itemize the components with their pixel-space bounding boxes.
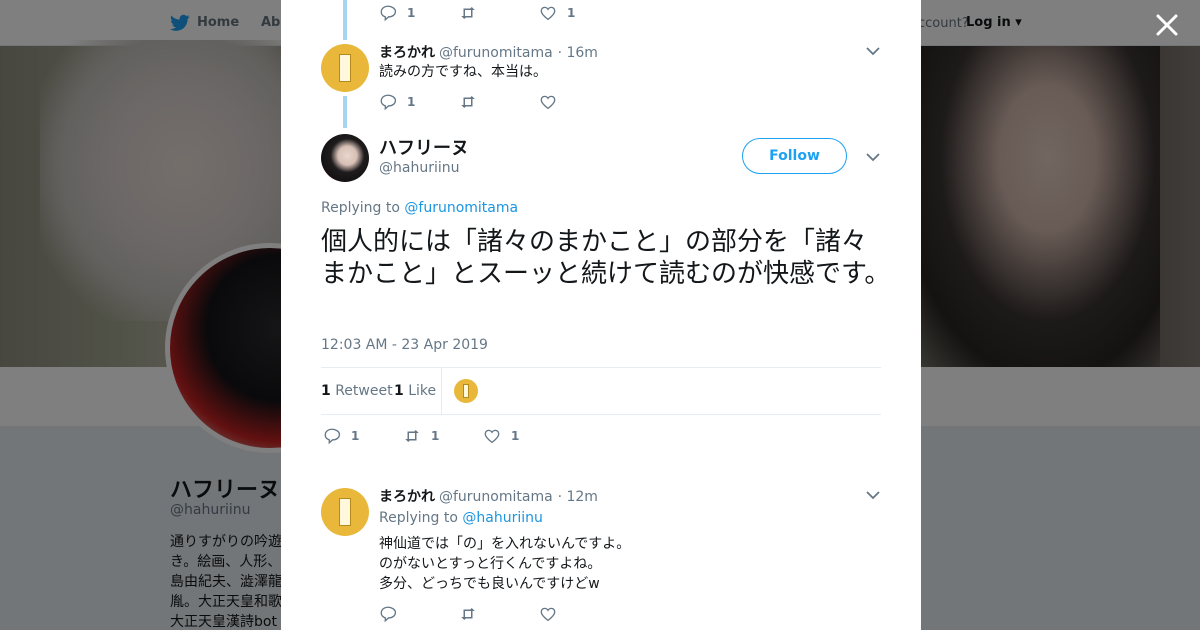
like-button[interactable]: 1 <box>483 426 519 446</box>
replying-label: Replying to <box>321 200 400 216</box>
like-stat[interactable]: 1 Like <box>394 383 436 399</box>
tweet-author[interactable]: まろかれ @furunomitama · 16m <box>379 42 598 62</box>
reply-button[interactable]: 1 <box>379 3 415 23</box>
reply-icon <box>324 428 341 445</box>
retweet-icon <box>461 96 475 108</box>
like-button[interactable]: 1 <box>539 3 575 23</box>
tweet-actions: 1 <box>379 92 779 112</box>
like-button[interactable] <box>539 92 567 112</box>
tweet-text: 神仙道では「の」を入れないんですよ。 <box>379 536 631 552</box>
display-name: まろかれ <box>379 45 435 61</box>
chevron-down-icon[interactable] <box>866 152 880 162</box>
retweet-button[interactable] <box>459 604 487 624</box>
tweet-modal: 1 1 まろかれ @furunomitama · 16m 読みの方ですね、本当は。… <box>281 0 921 630</box>
reply-count: 1 <box>351 429 360 443</box>
replying-label: Replying to <box>379 510 458 526</box>
thread-line <box>343 0 347 40</box>
heart-icon <box>540 6 556 21</box>
reply-count: 1 <box>407 6 416 20</box>
mention-link[interactable]: @furunomitama <box>404 200 518 216</box>
user-handle: @furunomitama <box>439 45 553 61</box>
retweet-icon <box>461 608 475 620</box>
user-avatar[interactable] <box>321 134 369 182</box>
user-avatar[interactable] <box>321 488 369 536</box>
reply-icon <box>380 606 397 623</box>
replying-to: Replying to @furunomitama <box>321 200 518 216</box>
like-count: 1 <box>567 6 576 20</box>
retweet-button[interactable]: 1 <box>403 426 439 446</box>
tweet-time: · 16m <box>557 45 598 61</box>
retweet-button[interactable] <box>459 92 487 112</box>
chevron-down-icon[interactable] <box>866 46 880 56</box>
reply-count: 1 <box>407 95 416 109</box>
retweet-icon <box>461 7 475 19</box>
tweet-time: · 12m <box>557 489 598 505</box>
stats-divider <box>441 368 442 414</box>
close-icon[interactable] <box>1154 12 1180 38</box>
tweet-text: のがないとすっと行くんですよね。 <box>379 556 602 572</box>
retweet-icon <box>405 430 419 442</box>
tweet-timestamp[interactable]: 12:03 AM - 23 Apr 2019 <box>321 337 488 353</box>
like-stat-count: 1 <box>394 383 404 399</box>
like-button[interactable] <box>539 604 567 624</box>
retweet-stat[interactable]: 1 Retweet <box>321 383 393 399</box>
follow-button[interactable]: Follow <box>742 138 847 174</box>
user-handle: @furunomitama <box>439 489 553 505</box>
heart-icon <box>540 607 556 622</box>
heart-icon <box>484 429 500 444</box>
reply-button[interactable] <box>379 604 407 624</box>
reply-icon <box>380 5 397 22</box>
like-stat-label: Like <box>408 383 437 399</box>
tweet-actions <box>379 604 779 624</box>
reply-button[interactable]: 1 <box>379 92 415 112</box>
user-handle[interactable]: @hahuriinu <box>379 160 459 176</box>
tweet-stats: 1 Retweet 1 Like <box>321 367 881 415</box>
display-name[interactable]: ハフリーヌ <box>379 134 469 160</box>
reply-icon <box>380 94 397 111</box>
retweet-stat-label: Retweet <box>335 383 393 399</box>
retweet-stat-count: 1 <box>321 383 331 399</box>
heart-icon <box>540 95 556 110</box>
replying-to: Replying to @hahuriinu <box>379 510 543 526</box>
tweet-actions: 1 1 1 <box>323 426 723 446</box>
thread-line <box>343 96 347 128</box>
user-avatar[interactable] <box>321 44 369 92</box>
like-count: 1 <box>511 429 520 443</box>
tweet-actions: 1 1 <box>379 3 779 23</box>
mention-link[interactable]: @hahuriinu <box>462 510 542 526</box>
tweet-text: 読みの方ですね、本当は。 <box>379 64 547 80</box>
reply-button[interactable]: 1 <box>323 426 359 446</box>
retweet-count: 1 <box>431 429 440 443</box>
liker-avatar[interactable] <box>454 379 478 403</box>
display-name: まろかれ <box>379 489 435 505</box>
tweet-text: 多分、どっちでも良いんですけどw <box>379 576 600 592</box>
chevron-down-icon[interactable] <box>866 490 880 500</box>
tweet-author[interactable]: まろかれ @furunomitama · 12m <box>379 486 598 506</box>
retweet-button[interactable] <box>459 3 487 23</box>
main-tweet-text: 個人的には「諸々のまかこと」の部分を「諸々まかこと」とスーッと続けて読むのが快感… <box>321 227 891 289</box>
